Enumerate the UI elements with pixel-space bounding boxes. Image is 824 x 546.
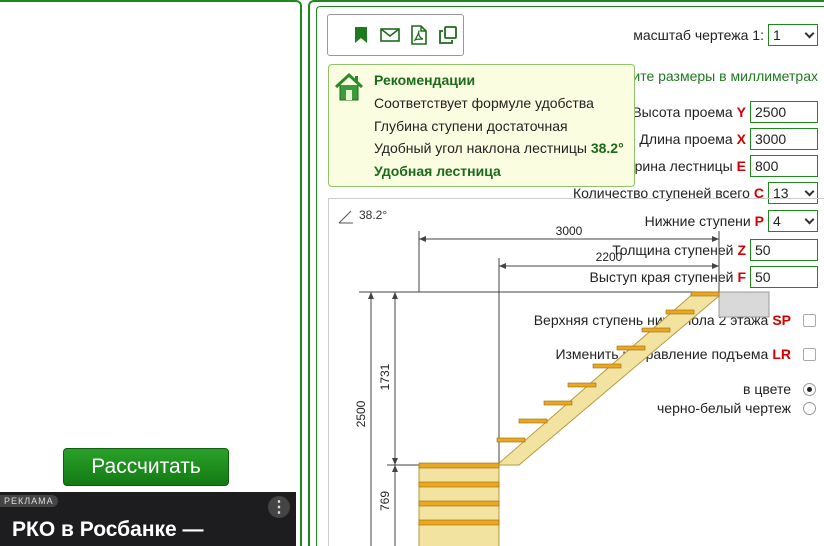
ad-banner[interactable]: РЕКЛАМА ⋮ РКО в Росбанке — xyxy=(0,492,296,546)
upper-flight-stringer xyxy=(495,291,720,466)
angle-label: 38.2° xyxy=(359,208,387,222)
dimension-total-length: 3000 xyxy=(418,224,720,292)
upper-floor-slab xyxy=(718,291,770,318)
angle-indicator: 38.2° xyxy=(338,208,387,224)
mail-icon[interactable] xyxy=(379,24,401,46)
dimension-total-height: 2500 xyxy=(354,292,374,546)
copy-icon[interactable] xyxy=(437,24,459,46)
recommendation-verdict: Удобная лестница xyxy=(374,163,501,179)
recommendations-box: Рекомендации Соответствует формуле удобс… xyxy=(328,64,635,187)
house-icon xyxy=(333,71,365,106)
more-options-icon[interactable]: ⋮ xyxy=(268,496,290,518)
dim-3000-label: 3000 xyxy=(556,224,583,238)
dim-1731-label: 1731 xyxy=(378,363,392,390)
recommendations-title: Рекомендации xyxy=(374,72,476,88)
dim-2500-label: 2500 xyxy=(354,400,368,427)
dimension-upper-height: 1731 xyxy=(378,292,499,466)
recommendation-depth: Глубина ступени достаточная xyxy=(374,118,568,134)
calculate-button[interactable]: Рассчитать xyxy=(63,448,229,486)
dimension-lower-height: 769 xyxy=(378,465,398,546)
pdf-icon[interactable] xyxy=(408,24,430,46)
recommendation-angle: Удобный угол наклона лестницы 38.2° xyxy=(374,140,624,156)
toolbar xyxy=(327,14,464,56)
ad-tag: РЕКЛАМА xyxy=(0,495,58,507)
bookmark-icon[interactable] xyxy=(350,24,372,46)
dim-2200-label: 2200 xyxy=(596,250,623,264)
stair-drawing: 38.2° 3000 2200 2500 1731 769 xyxy=(328,198,824,546)
recommendation-formula: Соответствует формуле удобства xyxy=(374,95,594,111)
dim-769-label: 769 xyxy=(378,491,392,511)
ad-title: РКО в Росбанке — xyxy=(12,518,204,541)
angle-value: 38.2° xyxy=(590,140,624,156)
